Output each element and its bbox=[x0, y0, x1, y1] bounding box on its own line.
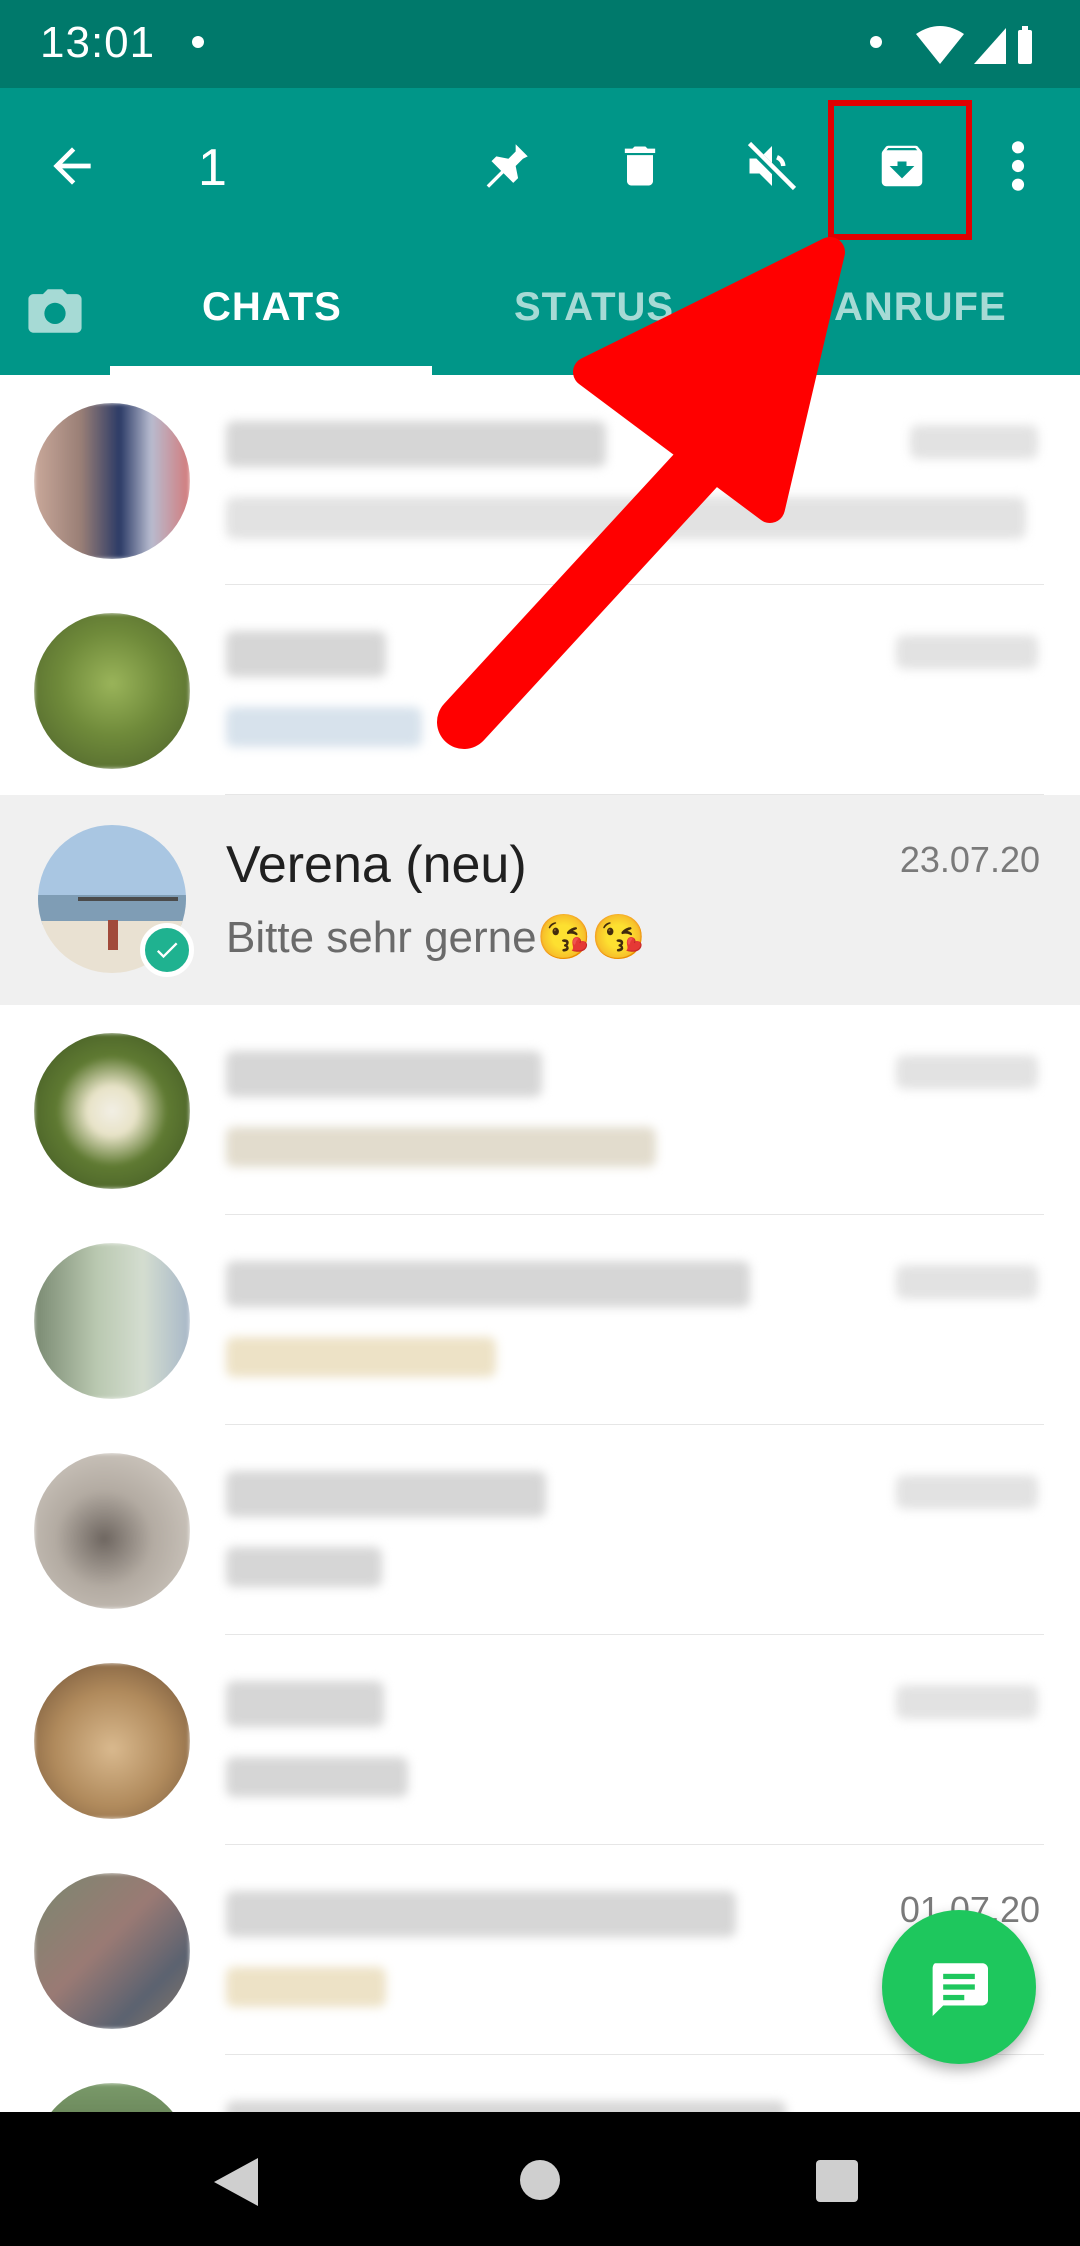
status-time: 13:01 bbox=[40, 18, 156, 67]
tab-status[interactable]: STATUS bbox=[514, 285, 674, 330]
blurred-message bbox=[226, 1337, 496, 1377]
chat-row[interactable] bbox=[0, 585, 1080, 795]
new-chat-icon bbox=[932, 1963, 988, 2016]
blurred-message bbox=[226, 1127, 656, 1167]
nav-back-icon[interactable] bbox=[214, 2158, 258, 2206]
notification-dot bbox=[192, 36, 204, 48]
chat-name: Verena (neu) bbox=[226, 836, 527, 894]
mute-button[interactable] bbox=[736, 130, 808, 202]
pin-button[interactable] bbox=[470, 130, 542, 202]
status-bar: 13:01 bbox=[0, 0, 1080, 88]
blurred-date bbox=[896, 1265, 1038, 1299]
chat-date: 23.07.20 bbox=[899, 839, 1040, 880]
blurred-name bbox=[226, 1051, 542, 1097]
blurred-name bbox=[226, 631, 386, 677]
tab-chats[interactable]: CHATS bbox=[202, 285, 342, 330]
blurred-message bbox=[226, 707, 422, 747]
selected-check-badge bbox=[140, 923, 194, 977]
blurred-message bbox=[226, 497, 1026, 539]
blurred-date bbox=[896, 1685, 1038, 1719]
chat-row[interactable] bbox=[0, 1425, 1080, 1635]
blurred-name bbox=[226, 421, 606, 467]
selected-count: 1 bbox=[198, 139, 227, 197]
notification-dot bbox=[870, 36, 882, 48]
chat-row[interactable] bbox=[0, 375, 1080, 585]
delete-button[interactable] bbox=[604, 130, 676, 202]
avatar bbox=[34, 1663, 190, 1819]
blurred-name bbox=[226, 2101, 786, 2112]
chat-row[interactable] bbox=[0, 1635, 1080, 1845]
avatar bbox=[34, 1453, 190, 1609]
check-icon bbox=[156, 942, 178, 959]
blurred-name bbox=[226, 1471, 546, 1517]
chat-list[interactable]: Verena (neu) 23.07.20 Bitte sehr gerne😘😘 bbox=[0, 375, 1080, 2112]
chat-row-selected[interactable]: Verena (neu) 23.07.20 Bitte sehr gerne😘😘 bbox=[0, 795, 1080, 1005]
avatar bbox=[34, 613, 190, 769]
system-nav-bar bbox=[0, 2112, 1080, 2246]
avatar bbox=[34, 1033, 190, 1189]
chat-row[interactable] bbox=[0, 1005, 1080, 1215]
blurred-message bbox=[226, 1547, 382, 1587]
pin-icon bbox=[486, 144, 528, 188]
tab-calls[interactable]: ANRUFE bbox=[834, 285, 1007, 330]
mute-icon bbox=[744, 140, 798, 194]
new-chat-button[interactable] bbox=[882, 1910, 1036, 2064]
blurred-date bbox=[910, 425, 1038, 459]
avatar bbox=[34, 403, 190, 559]
back-arrow-icon bbox=[53, 147, 91, 185]
camera-icon bbox=[28, 289, 82, 333]
blurred-date bbox=[896, 1475, 1038, 1509]
avatar bbox=[34, 1873, 190, 2029]
active-tab-indicator bbox=[110, 366, 432, 375]
nav-home-icon[interactable] bbox=[520, 2160, 560, 2200]
back-button[interactable] bbox=[36, 130, 108, 202]
chat-row[interactable] bbox=[0, 1215, 1080, 1425]
chat-row[interactable] bbox=[0, 2055, 1080, 2112]
nav-recents-icon[interactable] bbox=[816, 2160, 858, 2202]
more-vert-icon bbox=[1011, 141, 1025, 191]
blurred-name bbox=[226, 1681, 384, 1727]
tab-camera[interactable] bbox=[22, 278, 88, 344]
blurred-message bbox=[226, 1757, 408, 1797]
blurred-date bbox=[896, 1055, 1038, 1089]
signal-battery-icons bbox=[916, 26, 1032, 64]
delete-icon bbox=[624, 146, 656, 186]
blurred-message bbox=[226, 1967, 386, 2007]
blurred-date bbox=[896, 635, 1038, 669]
avatar bbox=[34, 2083, 190, 2112]
avatar bbox=[34, 1243, 190, 1399]
blurred-name bbox=[226, 1891, 736, 1937]
blurred-name bbox=[226, 1261, 750, 1307]
chat-last-message: Bitte sehr gerne😘😘 bbox=[226, 913, 647, 962]
highlight-box bbox=[828, 100, 972, 240]
more-options-button[interactable] bbox=[990, 130, 1046, 202]
